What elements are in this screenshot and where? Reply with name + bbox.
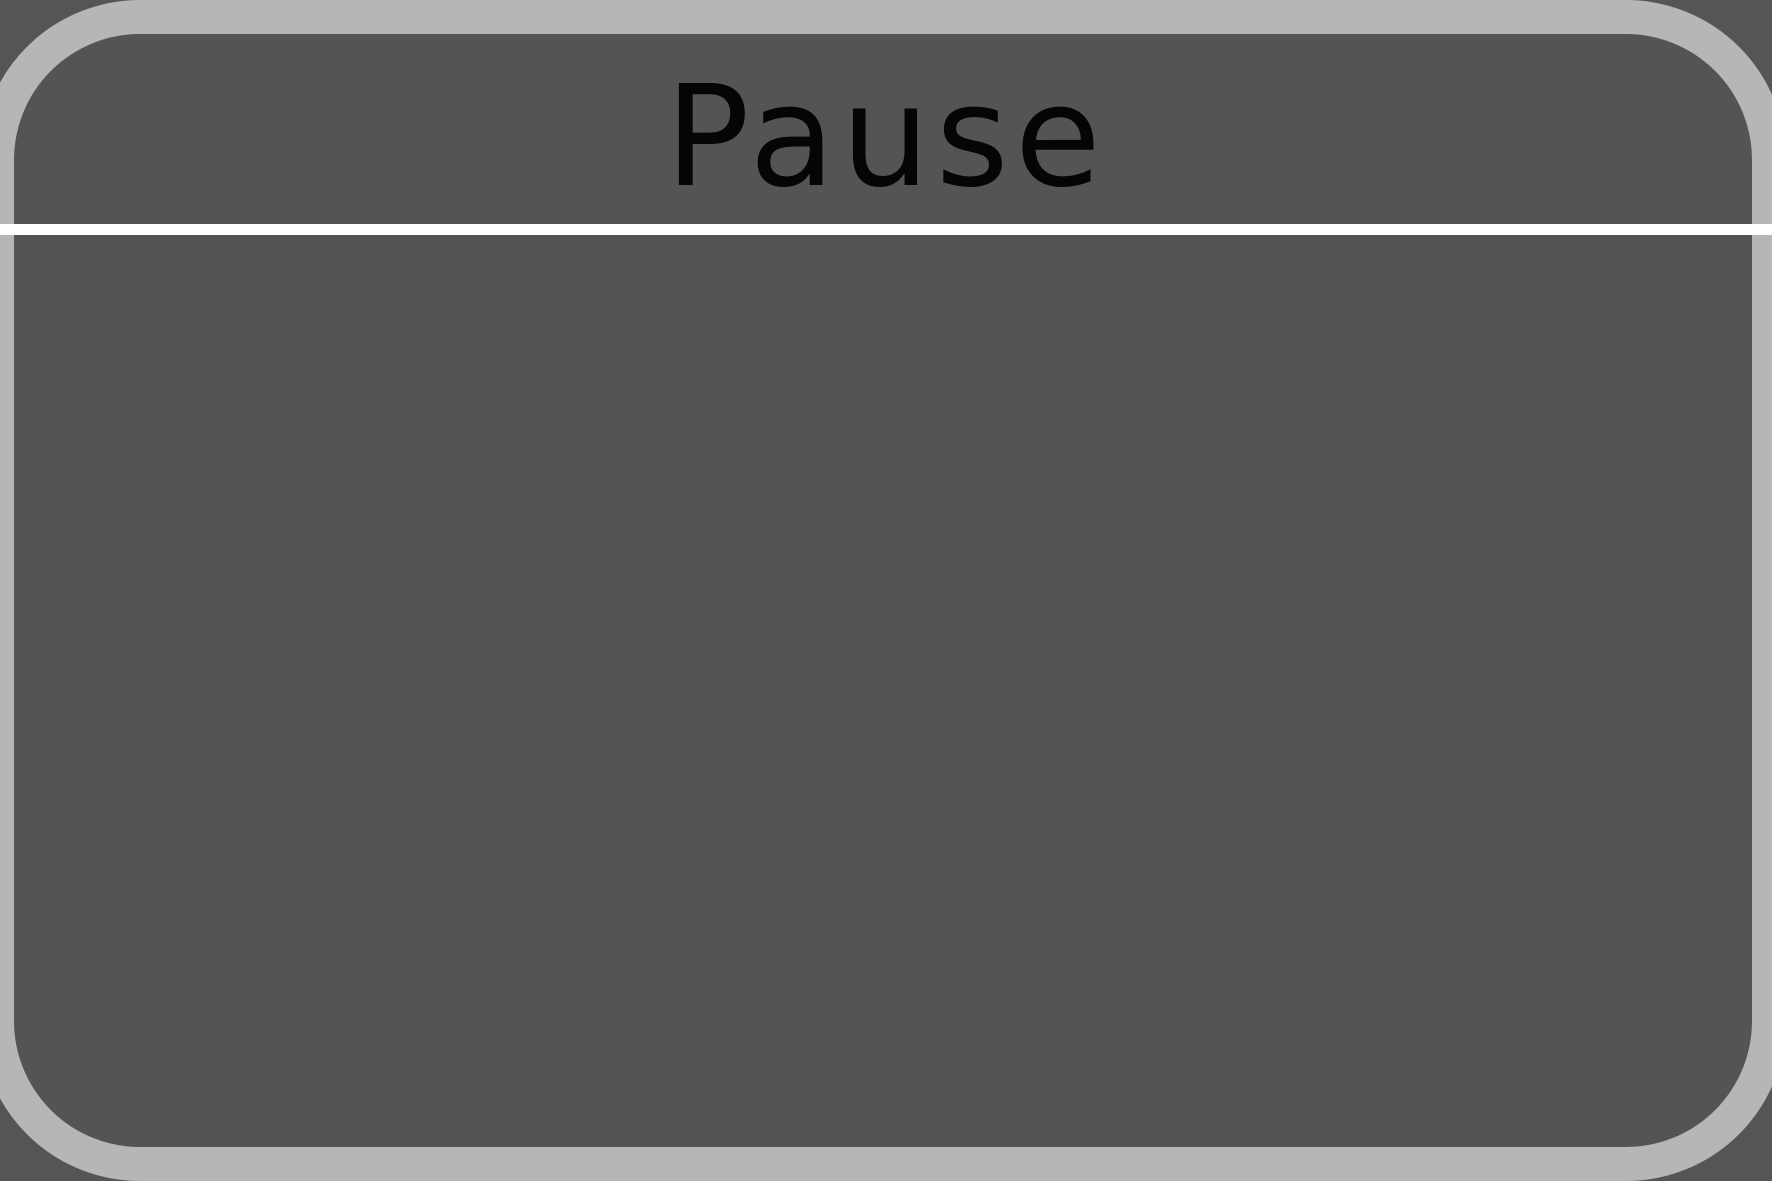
title-divider [0, 224, 1772, 235]
game-screen: Pause [0, 0, 1772, 1181]
pause-menu-body [20, 235, 1752, 1135]
pause-title: Pause [665, 56, 1107, 219]
